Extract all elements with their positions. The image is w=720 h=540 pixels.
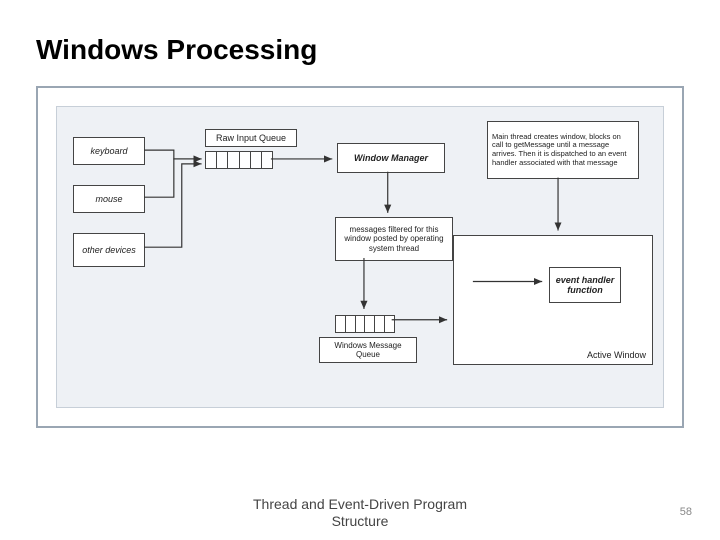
event-handler-box: event handler function (549, 267, 621, 303)
diagram-canvas: keyboard mouse other devices Raw Input Q… (56, 106, 664, 408)
raw-input-queue (205, 151, 273, 169)
keyboard-box: keyboard (73, 137, 145, 165)
active-window-label: Active Window (587, 350, 646, 360)
footer-line-1: Thread and Event-Driven Program (0, 496, 720, 513)
raw-input-queue-label: Raw Input Queue (205, 129, 297, 147)
slide-footer: Thread and Event-Driven Program Structur… (0, 496, 720, 530)
windows-message-queue (335, 315, 395, 333)
windows-message-queue-label: Windows Message Queue (319, 337, 417, 363)
window-manager-box: Window Manager (337, 143, 445, 173)
diagram-frame: keyboard mouse other devices Raw Input Q… (36, 86, 684, 428)
page-number: 58 (680, 506, 692, 518)
message-filter-box: messages filtered for this window posted… (335, 217, 453, 261)
mouse-box: mouse (73, 185, 145, 213)
other-devices-box: other devices (73, 233, 145, 267)
main-thread-annotation: Main thread creates window, blocks on ca… (487, 121, 639, 179)
slide: Windows Processing keyboard mouse other … (0, 0, 720, 540)
footer-line-2: Structure (0, 513, 720, 530)
slide-title: Windows Processing (36, 34, 317, 66)
